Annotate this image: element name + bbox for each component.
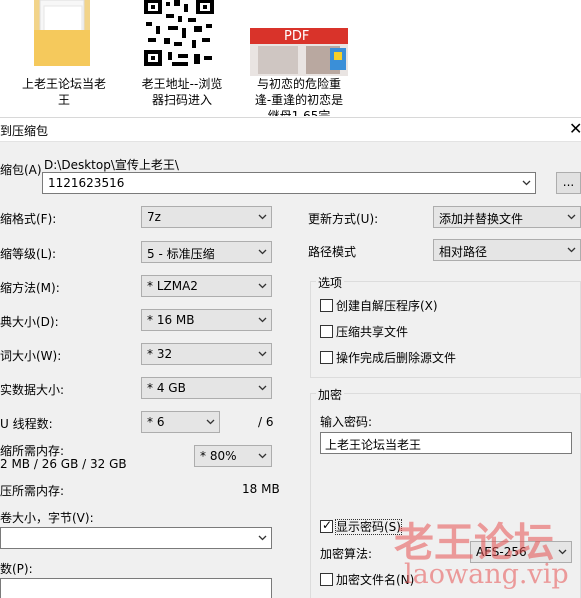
password-label: 输入密码:	[320, 415, 373, 429]
chevron-down-icon	[558, 549, 567, 555]
chevron-down-icon	[567, 214, 576, 220]
icon-label-line: 逢-重逢的初恋是	[254, 93, 344, 107]
chevron-down-icon	[258, 214, 267, 220]
parameters-label: 数(P):	[0, 562, 33, 576]
memory-decompress-label: 压所需内存:	[0, 484, 65, 498]
chevron-down-icon	[258, 535, 267, 541]
checkbox-box	[320, 518, 333, 533]
desktop-area: 上老王论坛当老 王 老王地址--浏览 器扫码进入 PDF 与初恋的危险重 逢-重…	[0, 0, 581, 117]
memory-percent-value: * 80%	[200, 449, 237, 463]
solid-block-value: * 4 GB	[147, 381, 186, 395]
solid-block-label: 实数据大小:	[0, 383, 65, 397]
word-size-value: * 32	[147, 347, 173, 361]
icon-label-line: 继母1.65完	[267, 109, 331, 116]
delete-after-label: 操作完成后删除源文件	[336, 351, 457, 365]
desktop-icon-label[interactable]: 上老王论坛当老 王	[14, 76, 114, 108]
word-size-label: 词大小(W):	[0, 349, 62, 363]
create-sfx-checkbox[interactable]: 创建自解压程序(X)	[320, 297, 438, 314]
threads-label: U 线程数:	[0, 417, 53, 431]
format-select[interactable]: 7z	[141, 206, 272, 228]
archive-name-combo[interactable]: 1121623516	[42, 172, 536, 194]
chevron-down-icon	[258, 317, 267, 323]
icon-label-line: 老王地址--浏览	[141, 77, 223, 91]
add-to-archive-dialog: 到压缩包 ✕ 缩包(A) D:\Desktop\宣传上老王\ 112162351…	[0, 117, 581, 598]
checkbox-box	[320, 351, 333, 364]
desktop-icon-label[interactable]: 老王地址--浏览 器扫码进入	[128, 76, 236, 108]
checkbox-box	[320, 325, 333, 338]
volume-size-combo[interactable]	[0, 527, 272, 549]
dialog-title: 到压缩包	[0, 124, 49, 138]
update-mode-select[interactable]: 添加并替换文件	[433, 206, 581, 228]
close-icon[interactable]: ✕	[569, 119, 581, 138]
level-select[interactable]: 5 - 标准压缩	[141, 241, 272, 263]
archive-name-value: 1121623516	[48, 176, 125, 190]
icon-label-line: 器扫码进入	[151, 93, 212, 107]
solid-block-select[interactable]: * 4 GB	[141, 377, 272, 399]
compress-shared-label: 压缩共享文件	[336, 325, 409, 339]
watermark-url: laowang.vip	[404, 559, 569, 590]
parameters-input[interactable]	[0, 578, 272, 598]
chevron-down-icon	[522, 180, 531, 186]
compress-shared-checkbox[interactable]: 压缩共享文件	[320, 323, 408, 340]
icon-label-line: 上老王论坛当老	[21, 77, 106, 91]
encryption-method-label: 加密算法:	[320, 547, 373, 561]
chevron-down-icon	[258, 283, 267, 289]
encrypt-names-label: 加密文件名(N)	[336, 573, 415, 587]
options-title: 选项	[316, 274, 345, 291]
dialog-body: 缩包(A) D:\Desktop\宣传上老王\ 1121623516 ... 缩…	[0, 142, 581, 598]
method-select[interactable]: * LZMA2	[141, 275, 272, 297]
checkbox-box	[320, 573, 333, 586]
method-label: 缩方法(M):	[0, 281, 60, 295]
threads-total: / 6	[258, 415, 274, 429]
level-label: 缩等级(L):	[0, 247, 57, 261]
show-password-label: 显示密码(S)	[335, 519, 402, 535]
show-password-checkbox[interactable]: 显示密码(S)	[320, 518, 402, 535]
chevron-down-icon	[258, 249, 267, 255]
format-label: 缩格式(F):	[0, 212, 57, 226]
dictionary-label: 典大小(D):	[0, 315, 59, 329]
dictionary-select[interactable]: * 16 MB	[141, 309, 272, 331]
desktop-icon-label[interactable]: 与初恋的危险重 逢-重逢的初恋是 继母1.65完	[246, 76, 352, 116]
chevron-down-icon	[258, 385, 267, 391]
word-size-select[interactable]: * 32	[141, 343, 272, 365]
dialog-titlebar[interactable]: 到压缩包 ✕	[0, 118, 581, 142]
checkbox-box	[320, 299, 333, 312]
dictionary-value: * 16 MB	[147, 313, 195, 327]
memory-decompress-value: 18 MB	[242, 482, 280, 496]
level-value: 5 - 标准压缩	[147, 247, 215, 261]
password-input[interactable]: 上老王论坛当老王	[320, 432, 572, 454]
qr-code-icon[interactable]	[142, 0, 216, 68]
memory-percent-select[interactable]: * 80%	[194, 445, 272, 467]
archive-path: D:\Desktop\宣传上老王\	[44, 158, 179, 172]
volume-size-label: 卷大小，字节(V):	[0, 511, 94, 525]
chevron-down-icon	[258, 351, 267, 357]
path-mode-select[interactable]: 相对路径	[433, 239, 581, 261]
icon-label-line: 王	[57, 93, 70, 107]
icon-label-line: 与初恋的危险重	[256, 77, 341, 91]
chevron-down-icon	[567, 247, 576, 253]
threads-value: * 6	[147, 415, 165, 429]
chevron-down-icon	[206, 419, 215, 425]
update-mode-value: 添加并替换文件	[439, 212, 524, 226]
threads-select[interactable]: * 6	[141, 411, 220, 433]
method-value: * LZMA2	[147, 279, 198, 293]
pdf-thumb-text: PDF	[284, 29, 310, 44]
path-mode-label: 路径模式	[308, 245, 357, 259]
folder-icon[interactable]	[30, 0, 96, 68]
browse-button[interactable]: ...	[556, 172, 581, 194]
chevron-down-icon	[258, 453, 267, 459]
format-value: 7z	[147, 210, 161, 224]
archive-label: 缩包(A)	[0, 163, 42, 177]
encryption-title: 加密	[316, 386, 345, 403]
update-mode-label: 更新方式(U):	[308, 212, 379, 226]
path-mode-value: 相对路径	[439, 245, 488, 259]
encrypt-names-checkbox[interactable]: 加密文件名(N)	[320, 571, 414, 588]
create-sfx-label: 创建自解压程序(X)	[336, 299, 438, 313]
memory-compress-detail: 2 MB / 26 GB / 32 GB	[0, 457, 127, 471]
delete-after-checkbox[interactable]: 操作完成后删除源文件	[320, 349, 456, 366]
